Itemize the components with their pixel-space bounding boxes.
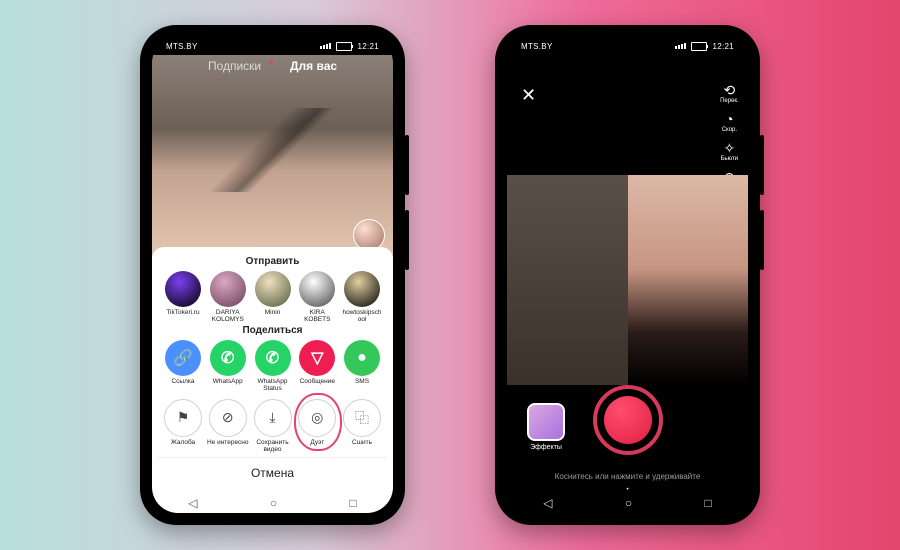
clock-label: 12:21 <box>357 42 379 51</box>
send-contacts-row: TikTokeri.ruDARIYA KOLOMYSMininKIRA KOBE… <box>158 271 387 323</box>
share-app-icon: ● <box>344 340 380 376</box>
share-message[interactable]: ▽ Сообщение <box>296 340 338 392</box>
avatar-icon <box>210 271 246 307</box>
action-label: Дуэт <box>296 439 338 453</box>
share-whatsapp-status[interactable]: ✆ WhatsApp Status <box>252 340 294 392</box>
share-app-icon: ▽ <box>299 340 335 376</box>
nav-back-icon[interactable]: ◁ <box>188 496 197 510</box>
avatar-icon <box>165 271 201 307</box>
close-button[interactable]: ✕ <box>521 85 536 106</box>
phone-right: MTS.BY 12:21 ✕ ⟲Перек.◔Скор.✧Бьюти⊕Фильт… <box>495 25 760 525</box>
action-icon: ⤓ <box>254 399 292 437</box>
tab-for-you[interactable]: Для вас <box>290 59 337 73</box>
phone-right-screen: MTS.BY 12:21 ✕ ⟲Перек.◔Скор.✧Бьюти⊕Фильт… <box>507 37 748 513</box>
send-contact-3[interactable]: KIRA KOBETS <box>296 271 338 323</box>
action-label: Жалоба <box>162 439 204 453</box>
avatar-icon <box>255 271 291 307</box>
share-app-icon: ✆ <box>210 340 246 376</box>
action-icon: ⚑ <box>164 399 202 437</box>
share-app-label: WhatsApp Status <box>252 378 294 392</box>
status-bar: MTS.BY 12:21 <box>152 37 393 55</box>
share-link[interactable]: 🔗 Ссылка <box>162 340 204 392</box>
android-navbar: ◁ ○ □ <box>152 493 393 513</box>
duet-preview <box>507 175 748 385</box>
contact-label: howtoskipschool <box>341 309 383 323</box>
avatar-icon <box>344 271 380 307</box>
contact-label: TikTokeri.ru <box>162 309 204 323</box>
action-not-interested[interactable]: ⊘ Не интересно <box>207 399 249 453</box>
app-background: MTS.BY 12:21 Подписки ● Для вас Отправить … <box>0 0 900 550</box>
nav-back-icon[interactable]: ◁ <box>543 496 552 510</box>
share-app-label: SMS <box>341 378 383 392</box>
tool-speed[interactable]: ◔Скор. <box>715 112 744 133</box>
cancel-button[interactable]: Отмена <box>158 457 387 488</box>
android-navbar: ◁ ○ □ <box>507 493 748 513</box>
avatar-icon <box>299 271 335 307</box>
share-sheet: Отправить TikTokeri.ruDARIYA KOLOMYSMini… <box>152 247 393 513</box>
share-section-title: Поделиться <box>158 325 387 336</box>
status-bar: MTS.BY 12:21 <box>507 37 748 55</box>
phone-left-screen: MTS.BY 12:21 Подписки ● Для вас Отправить … <box>152 37 393 513</box>
tool-label: Скор. <box>715 127 744 133</box>
feed-tabs: Подписки ● Для вас <box>152 59 393 73</box>
send-section-title: Отправить <box>158 256 387 267</box>
action-duet[interactable]: ◎ Дуэт <box>296 399 338 453</box>
duet-pane-self <box>507 175 628 385</box>
record-hint: Коснитесь или нажмите и удерживайте <box>507 472 748 481</box>
share-app-label: WhatsApp <box>207 378 249 392</box>
carrier-label: MTS.BY <box>166 42 198 51</box>
record-button[interactable] <box>593 385 663 455</box>
send-contact-0[interactable]: TikTokeri.ru <box>162 271 204 323</box>
notification-dot-icon: ● <box>269 57 274 66</box>
nav-recent-icon[interactable]: □ <box>350 496 357 510</box>
record-icon <box>604 396 652 444</box>
tool-icon: ✧ <box>715 141 744 155</box>
action-label: Сшить <box>341 439 383 453</box>
action-stitch[interactable]: ⿻ Сшить <box>341 399 383 453</box>
send-contact-4[interactable]: howtoskipschool <box>341 271 383 323</box>
nav-recent-icon[interactable]: □ <box>705 496 712 510</box>
duet-pane-source <box>628 175 749 385</box>
action-label: Сохранить видео <box>252 439 294 453</box>
phone-left: MTS.BY 12:21 Подписки ● Для вас Отправить … <box>140 25 405 525</box>
tool-icon: ⟲ <box>715 83 744 97</box>
contact-label: Minin <box>252 309 294 323</box>
signal-icon <box>675 43 686 49</box>
clock-label: 12:21 <box>712 42 734 51</box>
battery-icon <box>336 42 352 51</box>
share-app-label: Сообщение <box>296 378 338 392</box>
tool-icon: ◔ <box>715 112 744 126</box>
action-report[interactable]: ⚑ Жалоба <box>162 399 204 453</box>
share-app-icon: 🔗 <box>165 340 201 376</box>
tool-flip[interactable]: ⟲Перек. <box>715 83 744 104</box>
carrier-label: MTS.BY <box>521 42 553 51</box>
share-app-icon: ✆ <box>255 340 291 376</box>
tool-label: Перек. <box>715 98 744 104</box>
share-whatsapp[interactable]: ✆ WhatsApp <box>207 340 249 392</box>
tab-following[interactable]: Подписки <box>208 59 261 73</box>
battery-icon <box>691 42 707 51</box>
tool-label: Бьюти <box>715 156 744 162</box>
share-apps-row: 🔗 Ссылка ✆ WhatsApp ✆ WhatsApp Status ▽ Сообщен… <box>158 340 387 392</box>
contact-label: DARIYA KOLOMYS <box>207 309 249 323</box>
effects-label: Эффекты <box>527 444 565 451</box>
contact-label: KIRA KOBETS <box>296 309 338 323</box>
send-contact-2[interactable]: Minin <box>252 271 294 323</box>
signal-icon <box>320 43 331 49</box>
action-label: Не интересно <box>207 439 249 453</box>
nav-home-icon[interactable]: ○ <box>270 496 277 510</box>
camera-view: ✕ ⟲Перек.◔Скор.✧Бьюти⊕Фильт.⏱Таймер▥Шабл… <box>507 55 748 513</box>
nav-home-icon[interactable]: ○ <box>625 496 632 510</box>
send-contact-1[interactable]: DARIYA KOLOMYS <box>207 271 249 323</box>
effects-button[interactable]: Эффекты <box>527 403 565 451</box>
effects-icon <box>527 403 565 441</box>
action-icon: ◎ <box>298 399 336 437</box>
action-icon: ⊘ <box>209 399 247 437</box>
tool-beauty[interactable]: ✧Бьюти <box>715 141 744 162</box>
action-icon: ⿻ <box>343 399 381 437</box>
share-app-label: Ссылка <box>162 378 204 392</box>
action-save-video[interactable]: ⤓ Сохранить видео <box>252 399 294 453</box>
actions-row: ⚑ Жалоба ⊘ Не интересно ⤓ Сохранить видео ◎ Дуэ… <box>158 399 387 453</box>
share-sms[interactable]: ● SMS <box>341 340 383 392</box>
